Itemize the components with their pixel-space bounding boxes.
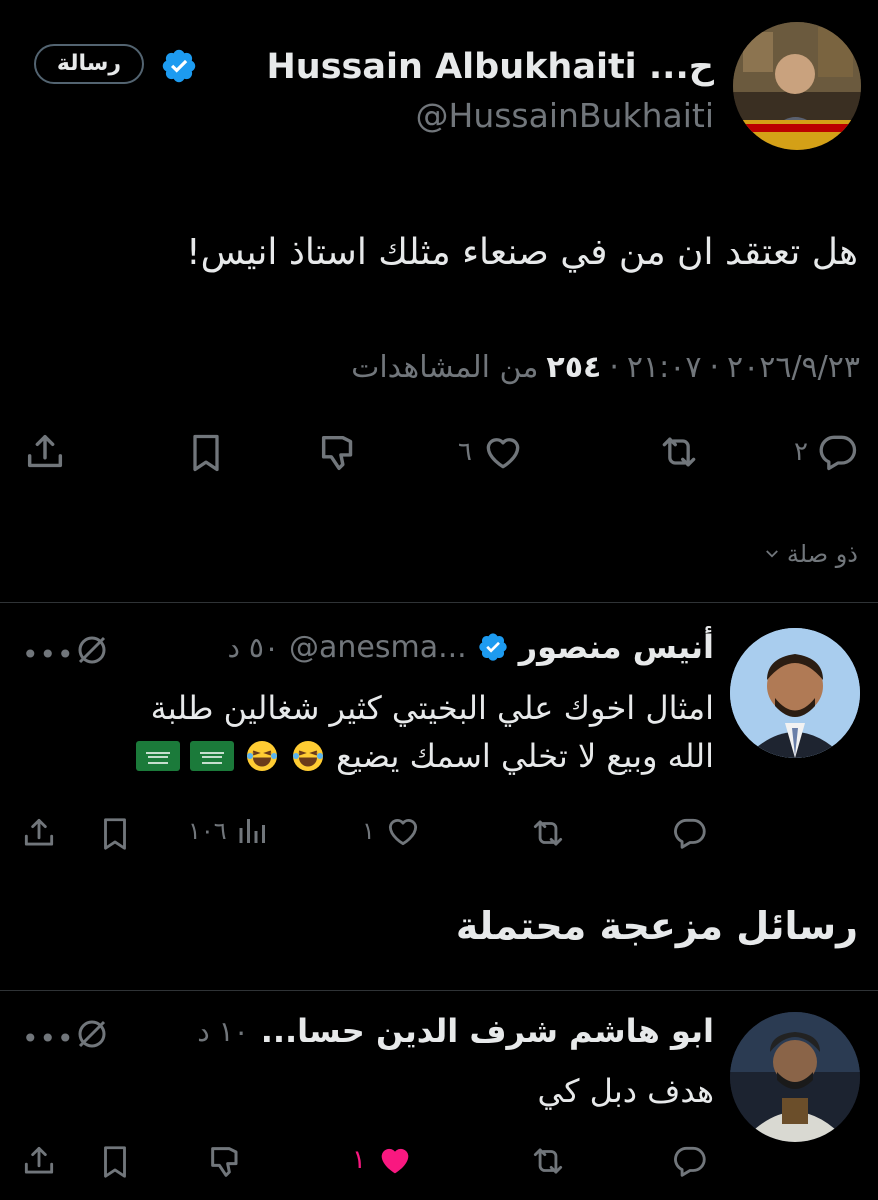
reply2-share-icon[interactable] (20, 1140, 58, 1182)
tweet-views-label: من المشاهدات (351, 350, 539, 385)
grok-icon[interactable] (74, 632, 110, 668)
reply2-text: هدف دبل كي (537, 1072, 714, 1110)
like-action[interactable]: ٦ (458, 430, 526, 474)
reply1-views-count: ١٠٦ (188, 817, 227, 845)
retweet-icon[interactable] (654, 430, 704, 474)
tweet-date[interactable]: ٢٠٢٦/٩/٢٣ (727, 350, 860, 385)
like-count: ٦ (458, 437, 472, 467)
reply2-header: ابو هاشم شرف الدين حسا... ١٠ د (197, 1012, 714, 1050)
bookmark-icon[interactable] (184, 430, 228, 476)
reply1-share-icon[interactable] (20, 812, 58, 854)
reply2-like-count: ١ (352, 1145, 366, 1175)
reply2-like-action[interactable]: ١ (352, 1140, 416, 1180)
heart-filled-icon (381, 1148, 409, 1174)
reply1-views-action[interactable]: ١٠٦ (188, 812, 271, 850)
author-name-row[interactable]: Hussain Albukhaiti ...ح (267, 42, 715, 92)
reply2-name[interactable]: ابو هاشم شرف الدين حسا... (261, 1012, 714, 1050)
divider (0, 990, 878, 991)
reply2-dislike-icon[interactable] (206, 1142, 246, 1182)
divider (0, 602, 878, 603)
chevron-down-icon (766, 550, 778, 558)
reply1-like-action[interactable]: ١ (362, 812, 423, 850)
reply1-text-line2-row: الله وبيع لا تخلي اسمك يضيع (14, 732, 714, 780)
verified-badge-icon (479, 633, 507, 661)
reply-icon (819, 435, 857, 471)
reply1-text-line1: امثال اخوك علي البخيتي كثير شغالين طلبة (150, 689, 714, 727)
reply2-bookmark-icon[interactable] (96, 1142, 134, 1182)
reply2-time[interactable]: ١٠ د (197, 1015, 248, 1048)
tweet-views-count: ٢٥٤ (546, 350, 602, 385)
reply1-handle[interactable]: @anesma... (289, 630, 467, 665)
more-icon[interactable]: ••• (22, 638, 75, 671)
author-handle[interactable]: @HussainBukhaiti (416, 96, 715, 135)
saudi-flag-icon (136, 741, 181, 771)
reply2-avatar[interactable] (730, 1012, 860, 1142)
verified-badge-icon (160, 47, 198, 85)
tweet-meta: ٢٠٢٦/٩/٢٣ · ٢١:٠٧ · ٢٥٤ من المشاهدات (351, 350, 860, 385)
reply-count: ٢ (794, 437, 808, 467)
reply2-retweet-icon[interactable] (526, 1142, 570, 1180)
reply1-time[interactable]: ٥٠ د (228, 631, 279, 664)
reply1-retweet-icon[interactable] (526, 814, 570, 852)
reply1-like-count: ١ (362, 817, 375, 845)
reply1-header: أنيس منصور @anesma... ٥٠ د (228, 628, 714, 666)
reply-action[interactable]: ٢ (794, 430, 860, 474)
reply1-name[interactable]: أنيس منصور (519, 628, 714, 666)
reply1-avatar[interactable] (730, 628, 860, 758)
dislike-icon[interactable] (316, 430, 362, 476)
saudi-flag-icon (190, 741, 235, 771)
reply1-text-line2: الله وبيع لا تخلي اسمك يضيع (336, 737, 714, 775)
laughing-emoji-icon (290, 738, 326, 774)
more-icon[interactable]: ••• (22, 1022, 75, 1055)
heart-icon (388, 819, 417, 846)
author-display-name[interactable]: Hussain Albukhaiti ...ح (267, 47, 715, 87)
heart-icon (486, 438, 520, 469)
replies-sort-toggle[interactable]: ذو صلة (763, 540, 858, 568)
author-avatar[interactable] (733, 22, 861, 150)
analytics-icon (239, 819, 265, 843)
reply1-bookmark-icon[interactable] (96, 814, 134, 854)
meta-separator: · (709, 350, 719, 385)
sort-label: ذو صلة (786, 540, 858, 568)
reply1-text: امثال اخوك علي البخيتي كثير شغالين طلبة … (14, 684, 714, 780)
meta-separator: · (609, 350, 619, 385)
tweet-time[interactable]: ٢١:٠٧ (627, 350, 702, 385)
grok-icon[interactable] (74, 1016, 110, 1052)
reply1-reply-icon[interactable] (670, 814, 710, 852)
message-button[interactable]: رسالة (34, 44, 144, 84)
section-heading: رسائل مزعجة محتملة (455, 904, 858, 948)
tweet-text: هل تعتقد ان من في صنعاء مثلك استاذ انيس! (186, 232, 858, 273)
share-icon[interactable] (22, 428, 68, 476)
laughing-emoji-icon (244, 738, 280, 774)
reply2-reply-icon[interactable] (670, 1142, 710, 1180)
